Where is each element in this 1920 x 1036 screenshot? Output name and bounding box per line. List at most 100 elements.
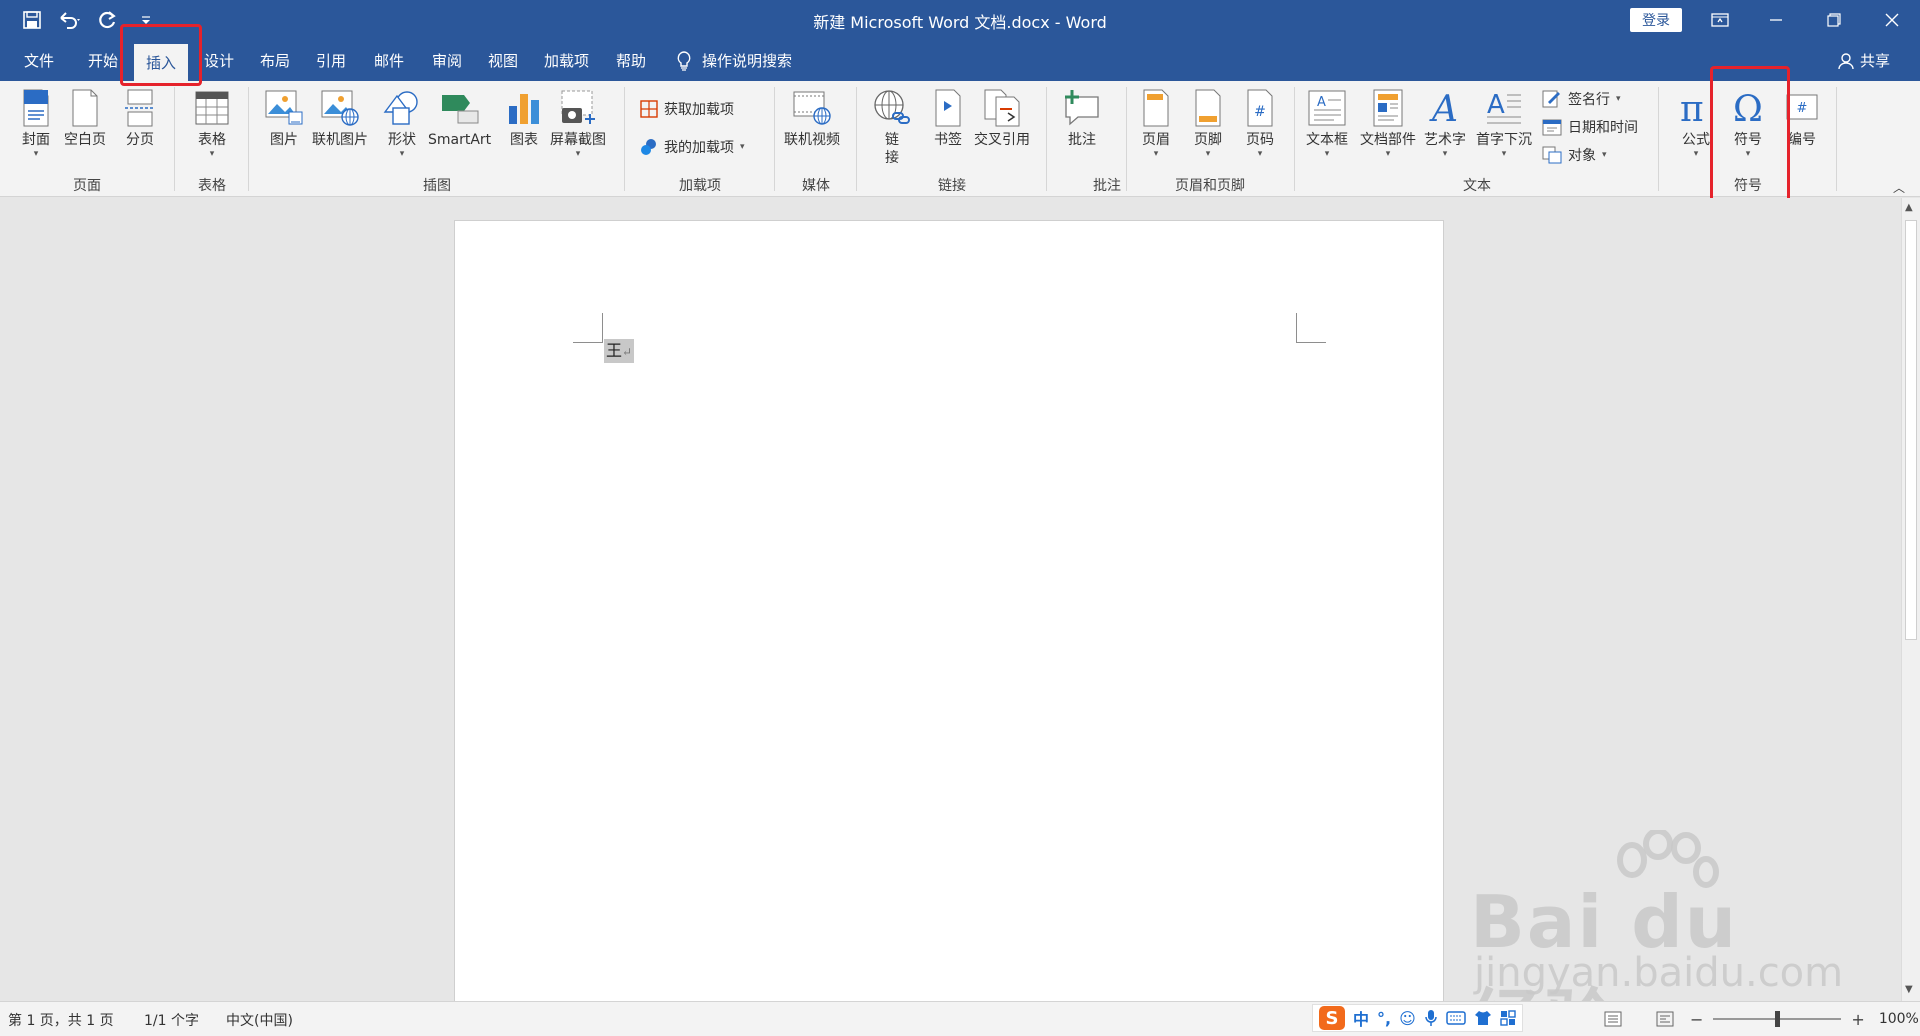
tab-view[interactable]: 视图 [486, 40, 520, 81]
equation-button[interactable]: π 公式 ▾ [1676, 87, 1716, 159]
screenshot-button[interactable]: 屏幕截图 ▾ [550, 87, 606, 159]
quick-parts-button[interactable]: 文档部件 ▾ [1360, 87, 1416, 159]
symbol-button[interactable]: Ω 符号 ▾ [1728, 87, 1768, 159]
zoom-in-icon[interactable]: + [1851, 1010, 1864, 1029]
group-links-label: 链接 [938, 178, 966, 194]
smartart-icon [440, 87, 480, 129]
zoom-slider[interactable] [1713, 1011, 1842, 1027]
web-layout-icon[interactable] [1656, 1011, 1674, 1027]
page-count-status[interactable]: 第 1 页，共 1 页 [8, 1010, 114, 1030]
tell-me-search[interactable]: 操作说明搜索 [676, 40, 792, 81]
scroll-down-icon[interactable]: ▼ [1905, 984, 1913, 995]
get-addins-button[interactable]: 获取加载项 [640, 99, 734, 119]
smartart-button[interactable]: SmartArt [428, 87, 491, 149]
text-box-button[interactable]: A 文本框 ▾ [1306, 87, 1348, 159]
wordart-button[interactable]: A 艺术字 ▾ [1424, 87, 1466, 159]
word-count-status[interactable]: 1/1 个字 [144, 1010, 199, 1030]
ribbon-display-options-icon[interactable] [1692, 0, 1748, 40]
zoom-level[interactable]: 100% [1879, 1011, 1919, 1027]
ime-toolbar[interactable]: S 中 °, ☺ [1312, 1004, 1523, 1032]
cover-page-label: 封面 [22, 132, 50, 148]
chart-button[interactable]: 图表 [504, 87, 544, 149]
crop-mark [602, 313, 603, 343]
object-button[interactable]: 对象 ▾ [1542, 145, 1607, 165]
microphone-icon[interactable] [1424, 1009, 1438, 1027]
tab-insert[interactable]: 插入 [134, 44, 189, 81]
ime-punctuation[interactable]: °, [1377, 1009, 1391, 1028]
scroll-up-icon[interactable]: ▲ [1905, 202, 1913, 213]
signature-line-button[interactable]: 签名行 ▾ [1542, 89, 1621, 109]
group-separator [1046, 87, 1047, 191]
new-comment-button[interactable]: 批注 [1062, 87, 1102, 149]
tab-layout[interactable]: 布局 [258, 40, 292, 81]
online-video-button[interactable]: 联机视频 [784, 87, 840, 149]
redo-icon[interactable] [94, 6, 122, 34]
document-page[interactable]: 王↵ [454, 220, 1444, 1001]
pi-icon: π [1676, 87, 1716, 129]
tab-references[interactable]: 引用 [314, 40, 348, 81]
keyboard-icon[interactable] [1446, 1011, 1466, 1025]
print-layout-icon[interactable] [1604, 1011, 1622, 1027]
link-globe-icon [872, 87, 912, 129]
link-button[interactable]: 链 接 [872, 87, 912, 167]
restore-icon[interactable] [1806, 0, 1862, 40]
tab-help[interactable]: 帮助 [614, 40, 648, 81]
close-icon[interactable] [1864, 0, 1920, 40]
ribbon-tab-bar: 文件 开始 插入 设计 布局 引用 邮件 审阅 视图 加载项 帮助 操作说明搜索… [0, 40, 1920, 81]
vertical-scrollbar[interactable]: ▲ ▼ [1901, 198, 1920, 1001]
chevron-down-icon: ▾ [209, 149, 215, 159]
emoji-icon[interactable]: ☺ [1399, 1009, 1416, 1028]
share-button[interactable]: 共享 [1838, 40, 1890, 81]
pictures-button[interactable]: 图片 [264, 87, 304, 149]
bookmark-button[interactable]: 书签 [928, 87, 968, 149]
numbering-icon: # [1782, 87, 1822, 129]
tab-home[interactable]: 开始 [86, 40, 120, 81]
save-icon[interactable] [18, 6, 46, 34]
svg-text:#: # [1797, 101, 1808, 116]
my-addins-button[interactable]: 我的加载项 ▾ [640, 137, 745, 157]
shapes-button[interactable]: 形状 ▾ [382, 87, 422, 159]
drop-cap-button[interactable]: A 首字下沉 ▾ [1476, 87, 1532, 159]
group-separator [624, 87, 625, 191]
cross-reference-button[interactable]: 交叉引用 [974, 87, 1030, 149]
minimize-icon[interactable] [1748, 0, 1804, 40]
link-label-line2: 接 [885, 150, 899, 166]
cover-page-button[interactable]: 封面 ▾ [16, 87, 56, 159]
tab-file[interactable]: 文件 [22, 40, 56, 81]
page-number-button[interactable]: # 页码 ▾ [1240, 87, 1280, 159]
chevron-down-icon: ▾ [1153, 149, 1159, 159]
document-text[interactable]: 王↵ [604, 339, 635, 363]
header-button[interactable]: 页眉 ▾ [1136, 87, 1176, 159]
blank-page-icon [65, 87, 105, 129]
customize-qat-icon[interactable] [132, 6, 160, 34]
scrollbar-thumb[interactable] [1905, 220, 1917, 640]
group-separator [174, 87, 175, 191]
language-status[interactable]: 中文(中国) [226, 1010, 293, 1030]
toolbox-icon[interactable] [1500, 1010, 1516, 1026]
online-pictures-button[interactable]: 联机图片 [312, 87, 368, 149]
chevron-down-icon: ▾ [1693, 149, 1699, 159]
group-symbols-label: 符号 [1734, 178, 1762, 194]
numbering-button[interactable]: # 编号 [1782, 87, 1822, 149]
tab-review[interactable]: 审阅 [430, 40, 464, 81]
table-button[interactable]: 表格 ▾ [192, 87, 232, 159]
chevron-down-icon: ▾ [1385, 149, 1391, 159]
tab-mailings[interactable]: 邮件 [372, 40, 406, 81]
date-time-button[interactable]: 日期和时间 [1542, 117, 1638, 137]
svg-text:A: A [1317, 95, 1326, 110]
zoom-out-icon[interactable]: − [1690, 1010, 1703, 1029]
picture-icon [264, 87, 304, 129]
undo-icon[interactable] [56, 6, 84, 34]
ime-mode[interactable]: 中 [1353, 1006, 1369, 1030]
skin-icon[interactable] [1474, 1010, 1492, 1026]
login-button[interactable]: 登录 [1630, 8, 1682, 32]
zoom-slider-knob[interactable] [1775, 1011, 1781, 1027]
page-break-button[interactable]: 分页 [120, 87, 160, 149]
tab-addins[interactable]: 加载项 [542, 40, 591, 81]
collapse-ribbon-icon[interactable]: ︿ [1893, 179, 1905, 196]
blank-page-button[interactable]: 空白页 [64, 87, 106, 149]
tab-design[interactable]: 设计 [202, 40, 236, 81]
footer-button[interactable]: 页脚 ▾ [1188, 87, 1228, 159]
crop-mark [1296, 342, 1326, 343]
crop-mark [1296, 313, 1297, 343]
